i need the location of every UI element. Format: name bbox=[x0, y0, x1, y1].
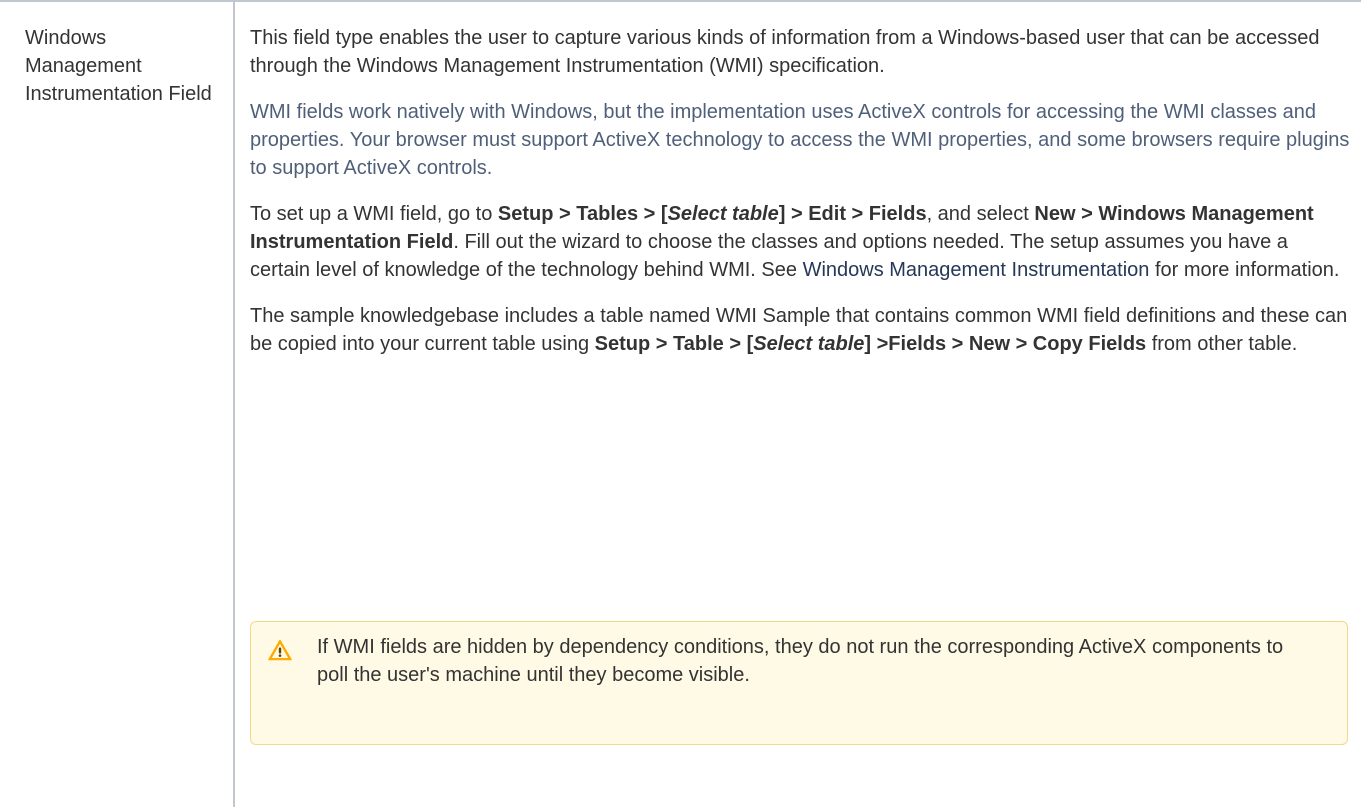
column-divider bbox=[233, 2, 235, 807]
warning-note-panel: If WMI fields are hidden by dependency c… bbox=[250, 621, 1348, 745]
description-paragraph-1: This field type enables the user to capt… bbox=[250, 27, 1320, 77]
text-span: To set up a WMI field, go to bbox=[250, 203, 498, 225]
warning-note-text: If WMI fields are hidden by dependency c… bbox=[317, 636, 1284, 686]
text-span: for more information. bbox=[1149, 259, 1340, 281]
text-span: from other table. bbox=[1146, 333, 1298, 355]
definition-table: Windows Management Instrumentation Field… bbox=[0, 0, 1361, 807]
description-paragraph-4: The sample knowledgebase includes a tabl… bbox=[250, 302, 1350, 358]
field-name-cell: Windows Management Instrumentation Field bbox=[25, 24, 225, 108]
menu-path-copy-fields: Setup > Table > [Select table] >Fields >… bbox=[594, 333, 1147, 355]
warning-icon bbox=[268, 639, 292, 661]
text-span: , and select bbox=[926, 203, 1035, 225]
wmi-doc-link[interactable]: Windows Management Instrumentation bbox=[803, 259, 1150, 281]
description-paragraph-3: To set up a WMI field, go to Setup > Tab… bbox=[250, 200, 1350, 284]
menu-path-setup-tables: Setup > Tables > [Select table] > Edit >… bbox=[497, 203, 927, 225]
field-name: Windows Management Instrumentation Field bbox=[25, 27, 212, 105]
description-paragraph-2: WMI fields work natively with Windows, b… bbox=[250, 101, 1350, 179]
field-description-cell: This field type enables the user to capt… bbox=[250, 24, 1350, 358]
